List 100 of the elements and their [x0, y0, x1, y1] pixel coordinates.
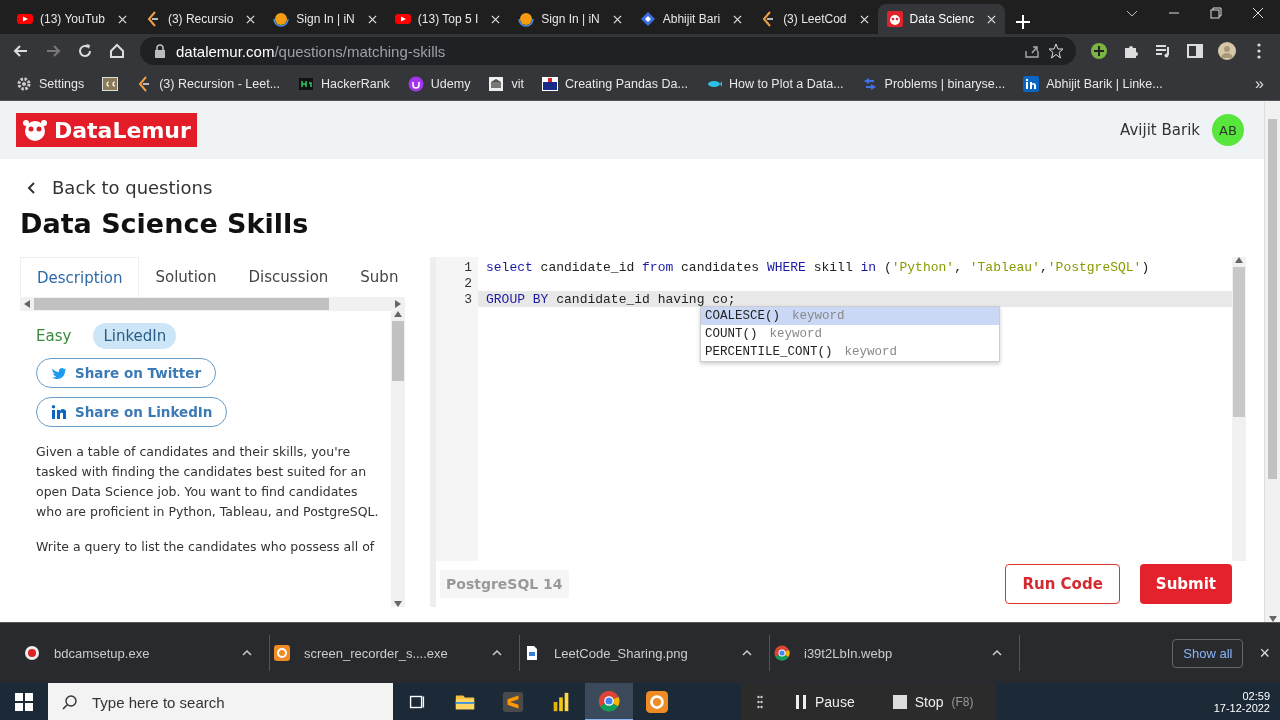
- run-code-button[interactable]: Run Code: [1005, 564, 1120, 604]
- recorder-button[interactable]: Pause: [789, 693, 861, 711]
- close-icon[interactable]: [733, 14, 743, 24]
- browser-tab[interactable]: (3) Recursio: [135, 4, 265, 34]
- scroll-arrow-icon[interactable]: [394, 601, 402, 607]
- building-icon: [488, 76, 505, 92]
- vertical-scrollbar[interactable]: [391, 311, 405, 607]
- address-bar[interactable]: datalemur.com/questions/matching-skills: [140, 37, 1076, 65]
- bookmark[interactable]: Abhijit Barik | Linke...: [1023, 76, 1163, 92]
- horizontal-scrollbar[interactable]: [20, 297, 405, 311]
- close-icon[interactable]: [367, 14, 377, 24]
- chrome-icon[interactable]: [598, 690, 620, 712]
- scroll-arrow-icon[interactable]: [1235, 257, 1243, 263]
- download-item[interactable]: screen_recorder_s....exe: [270, 635, 520, 671]
- bookmark[interactable]: Udemy: [407, 76, 471, 92]
- scrollbar-thumb[interactable]: [1233, 267, 1245, 417]
- scrollbar-thumb[interactable]: [392, 321, 404, 381]
- search-icon: [62, 694, 78, 710]
- bookmark[interactable]: vit: [488, 76, 524, 92]
- bookmark[interactable]: Problems | binaryse...: [861, 76, 1006, 92]
- bookmark[interactable]: (3) Recursion - Leet...: [136, 76, 281, 92]
- close-icon[interactable]: [117, 14, 127, 24]
- udemy-icon: [407, 76, 424, 92]
- back-link[interactable]: Back to questions: [20, 177, 1264, 198]
- cc-icon: [102, 76, 119, 92]
- company-tag[interactable]: LinkedIn: [93, 323, 177, 349]
- close-icon[interactable]: [987, 14, 997, 24]
- difficulty-label: Easy: [36, 327, 72, 345]
- browser-tab[interactable]: Data Scienc: [877, 4, 1006, 34]
- scroll-arrow-icon[interactable]: [24, 300, 30, 308]
- suggestion-item[interactable]: PERCENTILE_CONT() keyword: [701, 343, 999, 361]
- close-icon[interactable]: [491, 14, 501, 24]
- bookmark[interactable]: Creating Pandas Da...: [541, 76, 688, 92]
- plus-circle-icon[interactable]: [1090, 42, 1108, 60]
- browser-tab[interactable]: Sign In | iN: [509, 4, 631, 34]
- download-item[interactable]: bdcamsetup.exe: [20, 635, 270, 671]
- question-tab[interactable]: Description: [20, 257, 140, 297]
- circle-icon: [273, 11, 290, 27]
- code-line: GROUP BY candidate_id having co;: [485, 291, 736, 307]
- user-name: Avijit Barik: [1120, 121, 1200, 139]
- bookmark[interactable]: HackerRank: [298, 76, 390, 92]
- star-icon[interactable]: [1048, 43, 1064, 59]
- play-icon: [17, 11, 33, 27]
- show-all-button[interactable]: Show all: [1172, 638, 1244, 668]
- home-icon[interactable]: [108, 42, 126, 60]
- windows-icon[interactable]: [15, 693, 33, 711]
- close-icon[interactable]: [246, 14, 256, 24]
- close-icon[interactable]: [859, 14, 869, 24]
- recorder-button[interactable]: Stop (F8): [886, 693, 980, 711]
- bookmark[interactable]: Settings: [16, 76, 85, 92]
- side-panel-icon[interactable]: [1186, 42, 1204, 60]
- suggestion-item[interactable]: COALESCE() keyword: [701, 307, 999, 325]
- recorder-icon[interactable]: [646, 691, 668, 713]
- line-number: 2: [463, 275, 473, 291]
- code-editor[interactable]: 1 select candidate_id from candidates WHERE skill in ('Python', 'Tableau','PostgreSQL') 2 3 GROUP BY candidate_id having co; COALESCE() keyword COUNT() keyword PERCENTILE_CONT() keyword: [436, 257, 1246, 561]
- question-tab[interactable]: Solution: [139, 257, 233, 297]
- sublime-icon[interactable]: [502, 691, 524, 713]
- bookmark[interactable]: How to Plot a Data...: [705, 76, 844, 92]
- scrollbar-thumb[interactable]: [1268, 119, 1277, 479]
- recorder-icon: [274, 645, 290, 661]
- settings-icon: [16, 76, 32, 92]
- circle-icon: [518, 11, 535, 27]
- browser-tab[interactable]: (13) Top 5 I: [385, 4, 510, 34]
- question-title: Data Science Skills: [20, 208, 310, 239]
- browser-tab[interactable]: (13) YouTub: [8, 4, 136, 34]
- user-avatar[interactable]: AB: [1212, 114, 1244, 146]
- share-button[interactable]: Share on Twitter: [36, 358, 217, 388]
- linkedin-icon: [1023, 76, 1040, 92]
- question-tab[interactable]: Subn: [344, 257, 405, 297]
- share-icon[interactable]: [1024, 43, 1040, 59]
- submit-button[interactable]: Submit: [1139, 564, 1232, 604]
- browser-tab[interactable]: Sign In | iN: [264, 4, 386, 34]
- close-icon[interactable]: [612, 14, 622, 24]
- reload-icon[interactable]: [76, 42, 94, 60]
- download-item[interactable]: i39t2LbIn.webp: [770, 635, 1020, 671]
- question-tab[interactable]: Discussion: [232, 257, 345, 297]
- bookmark[interactable]: [102, 76, 119, 92]
- diamond-icon: [639, 11, 656, 27]
- lemur-icon: [886, 11, 903, 27]
- editor-scrollbar[interactable]: [1232, 257, 1246, 561]
- share-button[interactable]: Share on LinkedIn: [36, 397, 228, 427]
- browser-tab[interactable]: (3) LeetCod: [751, 4, 878, 34]
- site-logo[interactable]: DataLemur: [16, 113, 197, 147]
- more-bookmarks[interactable]: »: [1255, 75, 1264, 93]
- lock-icon: [152, 43, 168, 59]
- grip-icon[interactable]: [757, 694, 763, 710]
- restore-icon[interactable]: [1210, 7, 1222, 19]
- suggestion-item[interactable]: COUNT() keyword: [701, 325, 999, 343]
- close-button[interactable]: ×: [1259, 642, 1270, 664]
- browser-tab[interactable]: Abhijit Bari: [630, 4, 752, 34]
- page-scrollbar[interactable]: [1264, 101, 1280, 622]
- scrollbar-thumb[interactable]: [34, 298, 329, 310]
- avatar-icon[interactable]: [1218, 42, 1236, 60]
- close-icon[interactable]: [1252, 7, 1264, 19]
- download-item[interactable]: LeetCode_Sharing.png: [520, 635, 770, 671]
- scroll-arrow-icon[interactable]: [1268, 616, 1277, 622]
- search-field[interactable]: Type here to search: [48, 683, 393, 720]
- dialect-label: PostgreSQL 14: [440, 570, 569, 598]
- plus-icon[interactable]: [1015, 14, 1032, 30]
- playlist-icon[interactable]: [1154, 42, 1172, 60]
